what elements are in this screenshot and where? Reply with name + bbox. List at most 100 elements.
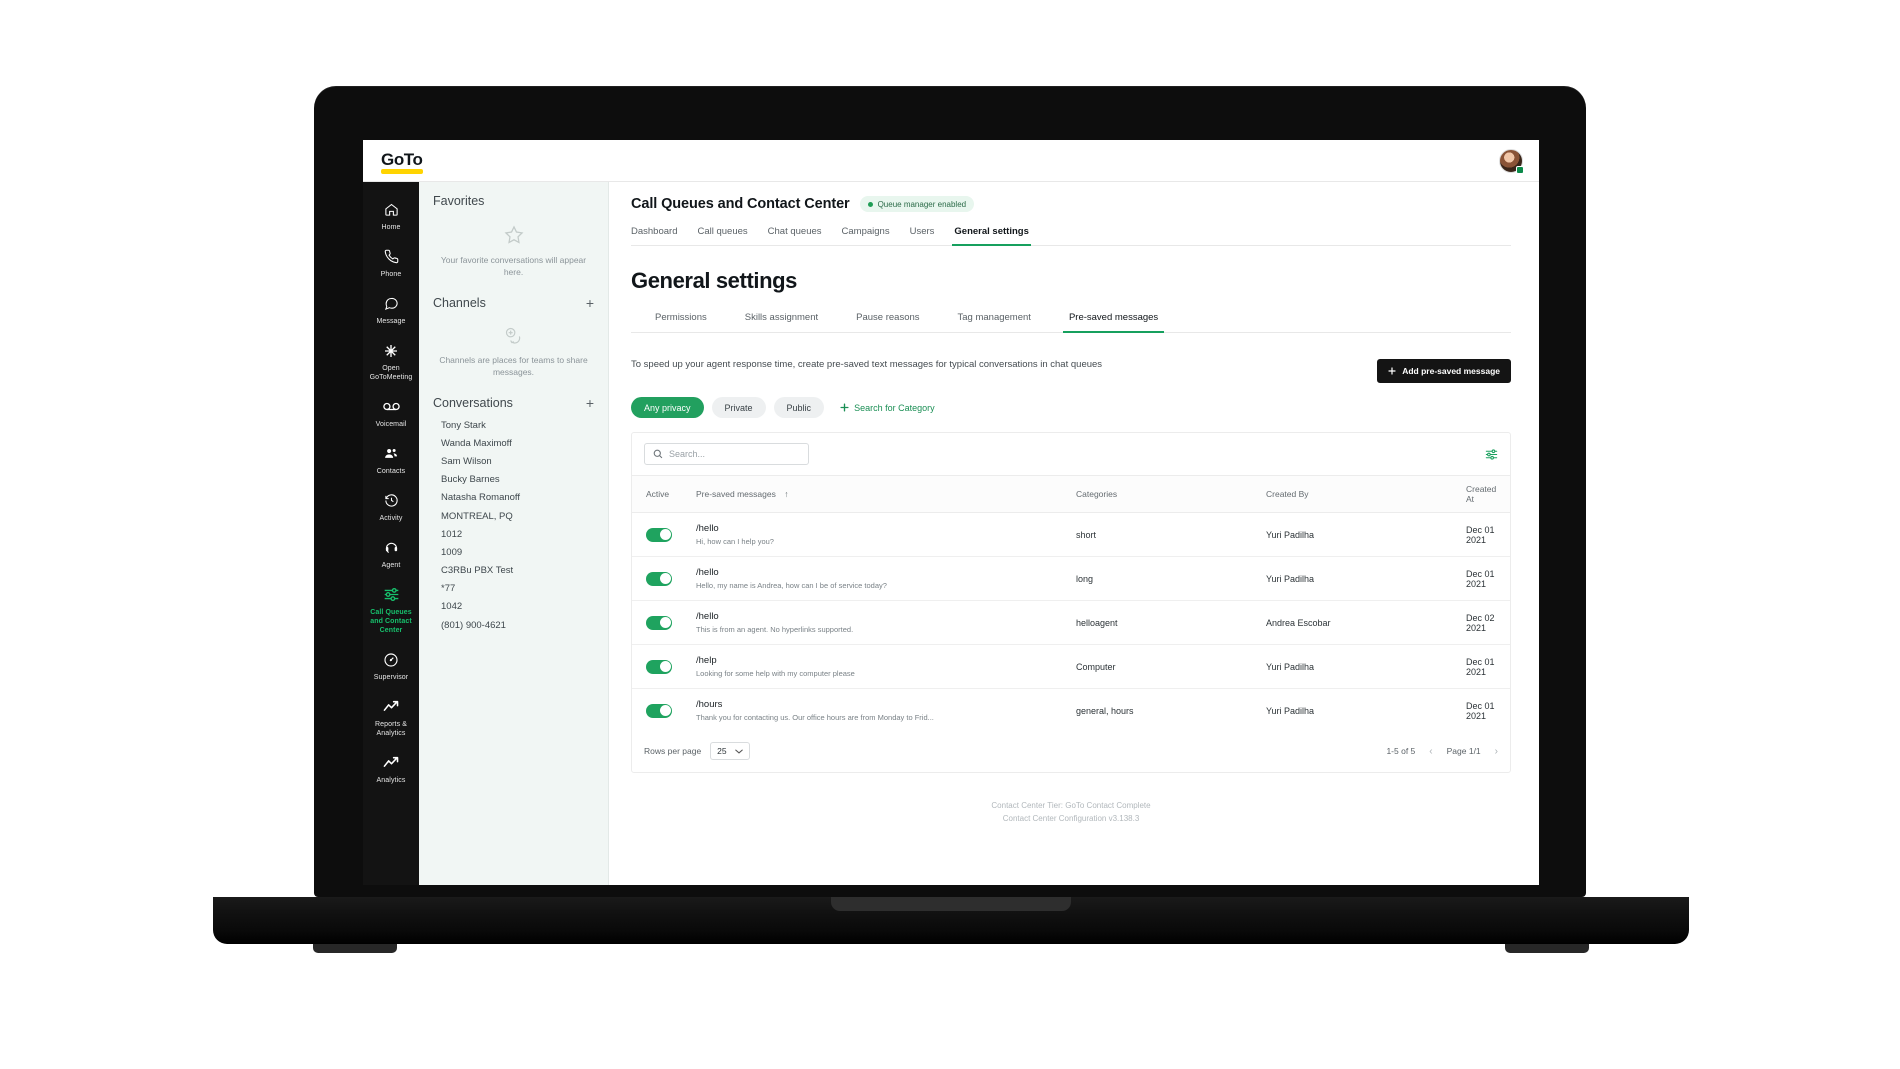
add-channel-button[interactable]: + (586, 296, 594, 310)
table-row[interactable]: /hello Hi, how can I help you? short Yur… (632, 512, 1510, 557)
page-header: Call Queues and Contact Center Queue man… (631, 196, 1511, 212)
sidebar-item-call-queues-and-contact-center[interactable]: Call Queues and Contact Center (363, 577, 419, 641)
sidebar-item-label: Phone (380, 271, 402, 278)
list-item[interactable]: Wanda Maximoff (433, 434, 594, 452)
table-footer: Rows per page 25 1-5 of 5 ‹ Page 1/1 › (632, 732, 1510, 772)
cell-categories: long (1070, 556, 1260, 601)
tab-chat-queues[interactable]: Chat queues (768, 226, 822, 245)
sidebar-item-label: Contacts (376, 468, 406, 475)
table-row[interactable]: /hours Thank you for contacting us. Our … (632, 689, 1510, 733)
list-item[interactable]: Natasha Romanoff (433, 489, 594, 507)
list-item[interactable]: Tony Stark (433, 416, 594, 434)
active-toggle[interactable] (646, 571, 672, 586)
active-toggle[interactable] (646, 527, 672, 542)
message-icon (365, 293, 417, 314)
active-toggle[interactable] (646, 659, 672, 674)
conversations-list: Tony Stark Wanda Maximoff Sam Wilson Buc… (433, 416, 594, 634)
phone-icon (365, 246, 417, 267)
rows-per-page-value: 25 (717, 746, 727, 756)
list-item[interactable]: C3RBu PBX Test (433, 562, 594, 580)
active-toggle[interactable] (646, 703, 672, 718)
search-input[interactable] (669, 449, 800, 459)
sidebar-item-label: Reports & Analytics (374, 721, 408, 737)
tab-permissions[interactable]: Permissions (655, 312, 707, 332)
column-header-pre-saved-messages[interactable]: Pre-saved messages ↑ (690, 475, 1070, 513)
sidebar-item-analytics[interactable]: Analytics (363, 745, 419, 791)
sliders-icon (365, 584, 417, 605)
footer-note: Contact Center Tier: GoTo Contact Comple… (631, 799, 1511, 825)
sidebar-item-contacts[interactable]: Contacts (363, 436, 419, 482)
sidebar-item-reports-analytics[interactable]: Reports & Analytics (363, 689, 419, 744)
sidebar-item-label: Call Queues and Contact Center (370, 609, 412, 634)
tab-tag-management[interactable]: Tag management (958, 312, 1031, 332)
table-row[interactable]: /help Looking for some help with my comp… (632, 644, 1510, 689)
list-item[interactable]: (801) 900-4621 (433, 616, 594, 634)
tab-dashboard[interactable]: Dashboard (631, 226, 677, 245)
message-command: /hello (696, 523, 719, 534)
tab-pause-reasons[interactable]: Pause reasons (856, 312, 919, 332)
message-preview: This is from an agent. No hyperlinks sup… (696, 625, 854, 634)
prev-page-button[interactable]: ‹ (1429, 746, 1432, 757)
pagination-page: Page 1/1 (1446, 746, 1481, 756)
pagination-controls: 1-5 of 5 ‹ Page 1/1 › (1386, 746, 1498, 757)
blurb-row: To speed up your agent response time, cr… (631, 359, 1511, 383)
sidebar-item-home[interactable]: Home (363, 192, 419, 238)
sidebar-item-supervisor[interactable]: Supervisor (363, 642, 419, 688)
tab-general-settings[interactable]: General settings (952, 226, 1032, 246)
sidebar-item-message[interactable]: Message (363, 286, 419, 332)
status-badge-label: Queue manager enabled (877, 199, 967, 209)
sidebar-item-label: Message (376, 318, 406, 325)
sidebar-item-gotomeeting[interactable]: Open GoToMeeting (363, 333, 419, 388)
next-page-button[interactable]: › (1495, 746, 1498, 757)
chip-any-privacy[interactable]: Any privacy (631, 397, 704, 418)
blurb-text: To speed up your agent response time, cr… (631, 359, 1103, 370)
supervisor-icon (365, 649, 417, 670)
cell-created-at: Dec 01 2021 (1466, 700, 1495, 721)
list-item[interactable]: Sam Wilson (433, 452, 594, 470)
goto-logo[interactable]: GoTo (381, 149, 423, 174)
sidebar-item-phone[interactable]: Phone (363, 239, 419, 285)
cell-active (632, 689, 690, 733)
plus-icon (1388, 367, 1396, 375)
add-pre-saved-message-button[interactable]: Add pre-saved message (1377, 359, 1511, 383)
sidebar-item-agent[interactable]: Agent (363, 530, 419, 576)
tab-users[interactable]: Users (910, 226, 935, 245)
tab-campaigns[interactable]: Campaigns (842, 226, 890, 245)
sidebar-item-voicemail[interactable]: Voicemail (363, 389, 419, 435)
tab-call-queues[interactable]: Call queues (697, 226, 747, 245)
chip-private[interactable]: Private (711, 397, 766, 418)
search-for-category-button[interactable]: Search for Category (840, 403, 935, 413)
goto-logo-text: GoTo (381, 149, 423, 169)
message-preview: Hello, my name is Andrea, how can I be o… (696, 581, 887, 590)
contacts-icon (365, 443, 417, 464)
list-item[interactable]: *77 (433, 580, 594, 598)
list-item[interactable]: 1009 (433, 543, 594, 561)
list-item[interactable]: 1042 (433, 598, 594, 616)
list-item[interactable]: Bucky Barnes (433, 471, 594, 489)
list-item[interactable]: MONTREAL, PQ (433, 507, 594, 525)
list-item[interactable]: 1012 (433, 525, 594, 543)
chip-public[interactable]: Public (773, 397, 825, 418)
column-header-created-at: Created At (1460, 475, 1510, 513)
active-toggle[interactable] (646, 615, 672, 630)
rows-per-page-select[interactable]: 25 (710, 742, 750, 760)
tab-skills-assignment[interactable]: Skills assignment (745, 312, 818, 332)
table-row[interactable]: /hello This is from an agent. No hyperli… (632, 600, 1510, 645)
filter-sliders-icon[interactable] (1485, 448, 1498, 461)
add-conversation-button[interactable]: + (586, 396, 594, 410)
search-input-wrapper[interactable] (644, 443, 809, 465)
laptop-foot-left (313, 944, 397, 953)
table-row[interactable]: /hello Hello, my name is Andrea, how can… (632, 556, 1510, 601)
status-dot-icon (867, 201, 873, 207)
conversations-header: Conversations + (433, 396, 594, 410)
column-header-label: Pre-saved messages (696, 489, 776, 499)
rows-per-page-label: Rows per page (644, 746, 702, 756)
cell-active (632, 600, 690, 645)
table-header: Active Pre-saved messages ↑ Categories C… (632, 475, 1510, 513)
cell-created-at: Dec 01 2021 (1460, 644, 1510, 689)
pagination-range: 1-5 of 5 (1386, 746, 1416, 756)
sidebar-item-activity[interactable]: Activity (363, 483, 419, 529)
tab-pre-saved-messages[interactable]: Pre-saved messages (1062, 312, 1165, 333)
avatar[interactable] (1499, 148, 1524, 174)
pre-saved-messages-table: Active Pre-saved messages ↑ Categories C… (632, 475, 1510, 732)
